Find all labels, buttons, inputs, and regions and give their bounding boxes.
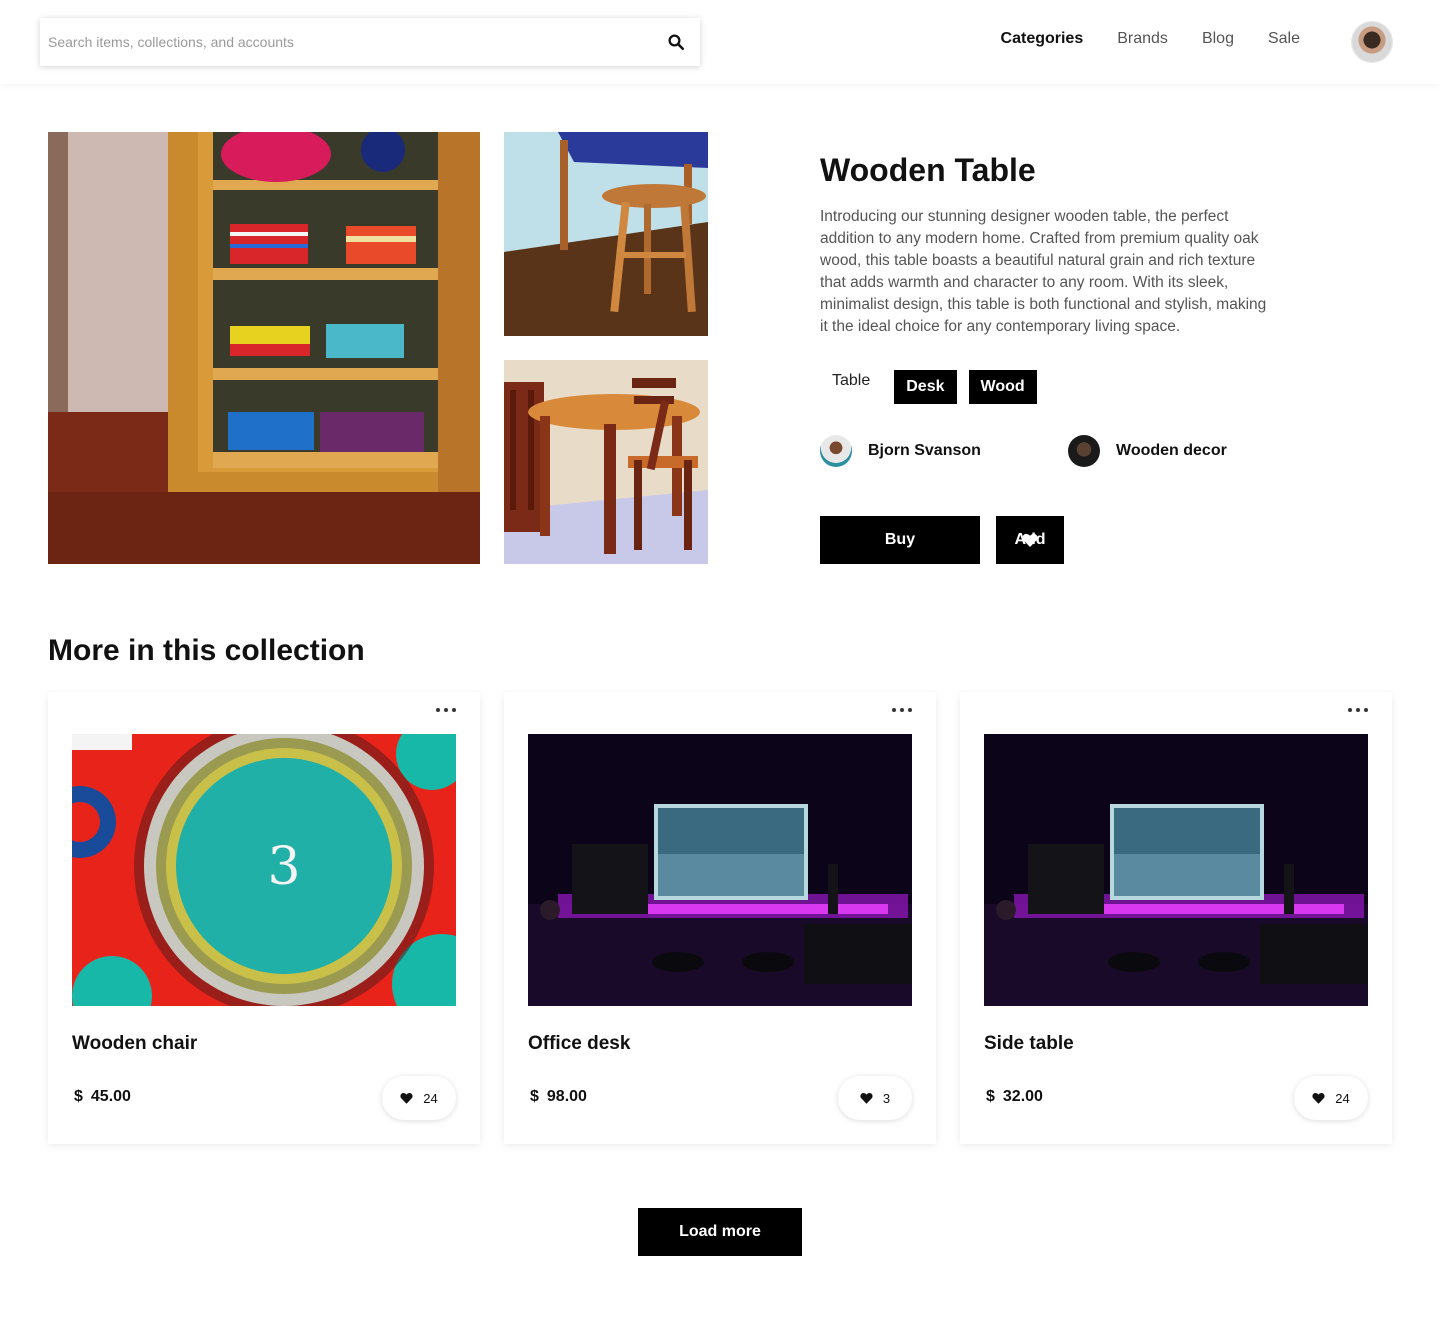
nav-categories[interactable]: Categories bbox=[1001, 30, 1084, 48]
nav-brands[interactable]: Brands bbox=[1117, 30, 1168, 48]
card-price: $ 98.00 bbox=[530, 1088, 587, 1106]
card-title[interactable]: Side table bbox=[984, 1033, 1074, 1055]
search-icon[interactable] bbox=[652, 18, 700, 66]
collection-link[interactable]: Wooden decor bbox=[1068, 435, 1227, 467]
buy-button[interactable]: Buy bbox=[820, 516, 980, 564]
more-dots-icon[interactable] bbox=[1348, 702, 1368, 718]
like-button[interactable]: 24 bbox=[382, 1076, 456, 1120]
card-price: $ 45.00 bbox=[74, 1088, 131, 1106]
like-count: 24 bbox=[1335, 1090, 1350, 1106]
tag-desk[interactable]: Desk bbox=[894, 370, 957, 404]
price-value: 45.00 bbox=[90, 1088, 131, 1105]
currency-symbol: $ bbox=[530, 1088, 539, 1105]
more-dots-icon[interactable] bbox=[892, 702, 912, 718]
top-header: Categories Brands Blog Sale bbox=[0, 0, 1440, 84]
collection-name: Wooden decor bbox=[1116, 442, 1227, 459]
product-title: Wooden Table bbox=[820, 152, 1036, 188]
heart-icon bbox=[1022, 533, 1038, 547]
creator-avatar bbox=[820, 435, 852, 467]
card-image[interactable] bbox=[984, 734, 1368, 1006]
creator-name: Bjorn Svanson bbox=[868, 442, 981, 459]
currency-symbol: $ bbox=[74, 1088, 83, 1105]
tag-list: Table Desk Wood bbox=[820, 370, 1037, 404]
add-button[interactable]: Add bbox=[996, 516, 1064, 564]
product-thumbnail-1[interactable] bbox=[504, 132, 708, 336]
card-image[interactable]: 3 bbox=[72, 734, 456, 1006]
search-input[interactable] bbox=[40, 18, 652, 66]
search-bar bbox=[40, 18, 700, 66]
collection-avatar bbox=[1068, 435, 1100, 467]
like-button[interactable]: 24 bbox=[1294, 1076, 1368, 1120]
heart-icon bbox=[860, 1093, 873, 1104]
collection-section-title: More in this collection bbox=[48, 634, 365, 667]
creator[interactable]: Bjorn Svanson bbox=[820, 435, 981, 467]
like-count: 24 bbox=[423, 1090, 438, 1106]
card-image[interactable] bbox=[528, 734, 912, 1006]
nav-blog[interactable]: Blog bbox=[1202, 30, 1234, 48]
like-button[interactable]: 3 bbox=[838, 1076, 912, 1120]
user-avatar[interactable] bbox=[1352, 22, 1392, 62]
collection-card[interactable]: Office desk $ 98.00 3 bbox=[504, 692, 936, 1144]
collection-card[interactable]: Side table $ 32.00 24 bbox=[960, 692, 1392, 1144]
like-count: 3 bbox=[882, 1090, 891, 1106]
main-nav: Categories Brands Blog Sale bbox=[967, 30, 1300, 48]
collection-card[interactable]: 3 Wooden chair $ 45.00 24 bbox=[48, 692, 480, 1144]
card-title[interactable]: Office desk bbox=[528, 1033, 630, 1055]
price-value: 32.00 bbox=[1002, 1088, 1043, 1105]
tag-wood[interactable]: Wood bbox=[968, 370, 1037, 404]
product-description: Introducing our stunning designer wooden… bbox=[820, 208, 1267, 335]
card-title[interactable]: Wooden chair bbox=[72, 1033, 197, 1055]
product-thumbnail-2[interactable] bbox=[504, 360, 708, 564]
more-dots-icon[interactable] bbox=[436, 702, 456, 718]
card-price: $ 32.00 bbox=[986, 1088, 1043, 1106]
product-main-image[interactable] bbox=[48, 132, 480, 564]
currency-symbol: $ bbox=[986, 1088, 995, 1105]
heart-icon bbox=[400, 1093, 413, 1104]
svg-text:3: 3 bbox=[267, 837, 300, 897]
load-more-button[interactable]: Load more bbox=[638, 1208, 802, 1256]
tag-table[interactable]: Table bbox=[820, 370, 882, 404]
price-value: 98.00 bbox=[546, 1088, 587, 1105]
heart-icon bbox=[1312, 1093, 1325, 1104]
nav-sale[interactable]: Sale bbox=[1268, 30, 1300, 48]
